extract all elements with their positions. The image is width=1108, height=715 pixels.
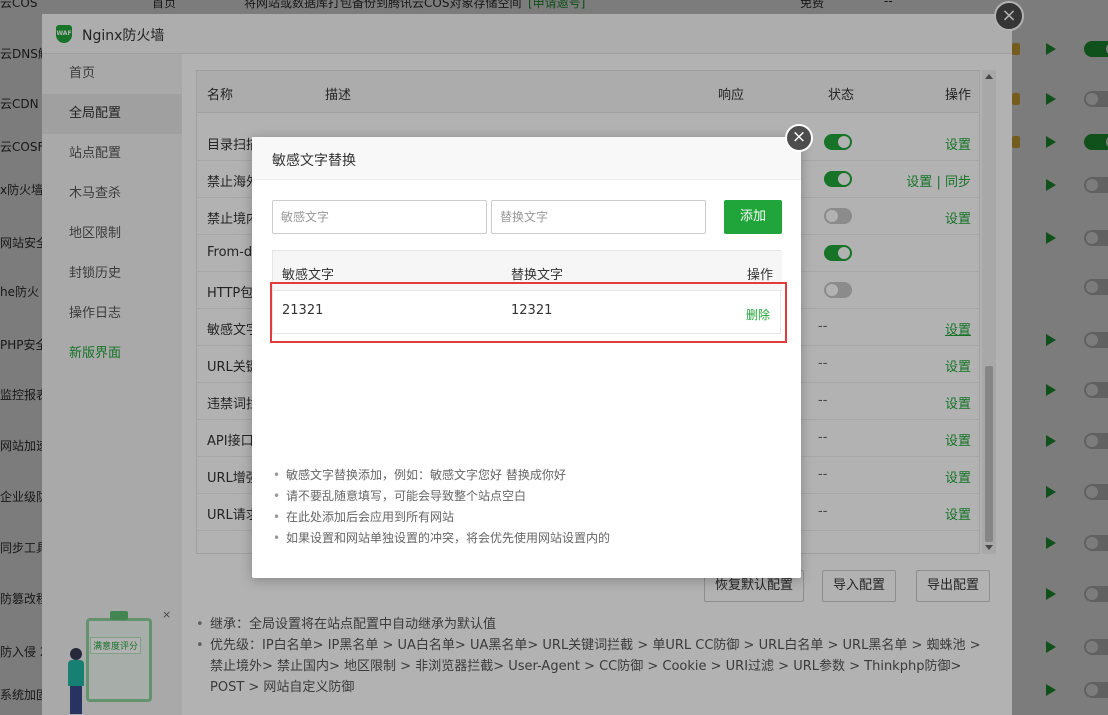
replace-text-input[interactable] — [491, 200, 706, 234]
note-item: 敏感文字替换添加，例如：敏感文字您好 替换成你好 — [272, 465, 781, 486]
dialog-close-icon[interactable]: × — [785, 124, 813, 152]
note-item: 在此处添加后会应用到所有网站 — [272, 507, 781, 528]
header-sensitive: 敏感文字 — [282, 268, 335, 283]
sensitive-text-dialog: 敏感文字替换 添加 敏感文字 替换文字 操作 21321 12321 删除 敏感… — [252, 137, 801, 578]
header-replace: 替换文字 — [511, 268, 564, 283]
header-op: 操作 — [747, 268, 774, 283]
dialog-notes: 敏感文字替换添加，例如：敏感文字您好 替换成你好 请不要乱随意填写，可能会导致整… — [272, 465, 781, 549]
note-item: 请不要乱随意填写，可能会导致整个站点空白 — [272, 486, 781, 507]
note-item: 如果设置和网站单独设置的冲突，将会优先使用网站设置内的 — [272, 528, 781, 549]
sensitive-text-input[interactable] — [272, 200, 487, 234]
dialog-titlebar: 敏感文字替换 — [252, 137, 801, 180]
dialog-title: 敏感文字替换 — [272, 153, 356, 169]
highlight-box — [270, 282, 787, 343]
add-button[interactable]: 添加 — [724, 200, 782, 234]
